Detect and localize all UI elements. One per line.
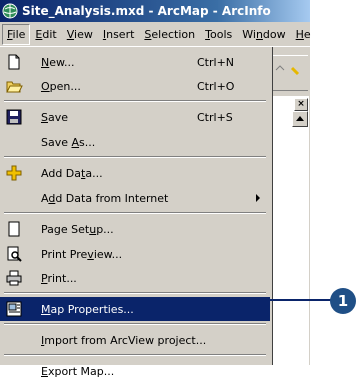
submenu-arrow-icon <box>256 194 260 202</box>
menu-item-add-data[interactable]: Add Data... <box>0 161 270 185</box>
save-disk-icon <box>5 108 23 126</box>
add-data-icon <box>5 164 23 182</box>
menu-item-new[interactable]: New... Ctrl+N <box>0 50 270 74</box>
menu-item-print[interactable]: Print... <box>0 266 270 290</box>
menu-item-map-properties[interactable]: Map Properties... <box>0 297 270 321</box>
shortcut-save: Ctrl+S <box>197 110 233 124</box>
menu-file[interactable]: File <box>2 23 31 45</box>
callout-leader-line <box>270 299 332 301</box>
file-menu-dropdown: New... Ctrl+N Open... Ctrl+O Save Ctrl+S… <box>0 47 273 378</box>
menu-item-print-preview[interactable]: Print Preview... <box>0 242 270 266</box>
new-document-icon <box>5 53 23 71</box>
menu-separator <box>4 100 266 102</box>
menu-separator <box>4 354 266 356</box>
menu-item-import-arcview[interactable]: Import from ArcView project... <box>0 328 270 352</box>
callout-number-badge: 1 <box>330 288 356 314</box>
window-title: Site_Analysis.mxd - ArcMap - ArcInfo <box>22 4 271 18</box>
table-of-contents-panel <box>268 96 309 365</box>
window-title-bar[interactable]: Site_Analysis.mxd - ArcMap - ArcInfo <box>0 0 310 22</box>
menu-item-save-as[interactable]: Save As... <box>0 130 270 154</box>
menu-selection[interactable]: Selection <box>139 25 200 44</box>
arcmap-globe-icon <box>2 3 18 19</box>
scroll-up-icon[interactable] <box>292 111 308 127</box>
menu-help[interactable]: He <box>291 25 316 44</box>
menu-separator <box>4 292 266 294</box>
menu-insert[interactable]: Insert <box>98 25 140 44</box>
menu-item-page-setup[interactable]: Page Setup... <box>0 217 270 241</box>
menu-view[interactable]: View <box>62 25 98 44</box>
menu-separator <box>4 323 266 325</box>
toolbar-strip <box>268 55 308 91</box>
print-preview-icon <box>5 245 23 263</box>
menu-bar: File Edit View Insert Selection Tools Wi… <box>0 22 311 47</box>
panel-close-icon[interactable]: × <box>294 98 308 111</box>
menu-separator <box>4 156 266 158</box>
open-folder-icon <box>5 77 23 95</box>
shortcut-new: Ctrl+N <box>197 55 235 69</box>
shortcut-open: Ctrl+O <box>197 79 235 93</box>
map-properties-icon <box>5 300 23 318</box>
menu-item-save[interactable]: Save Ctrl+S <box>0 105 270 129</box>
menu-tools[interactable]: Tools <box>200 25 237 44</box>
toolbar-tool-icon <box>275 65 300 76</box>
printer-icon <box>5 269 23 287</box>
page-setup-icon <box>5 220 23 238</box>
menu-edit[interactable]: Edit <box>30 25 61 44</box>
menu-window[interactable]: Window <box>237 25 290 44</box>
menu-item-open[interactable]: Open... Ctrl+O <box>0 74 270 98</box>
menu-separator <box>4 212 266 214</box>
menu-item-export-map[interactable]: Export Map... <box>0 359 270 383</box>
menu-item-add-data-from-internet[interactable]: Add Data from Internet <box>0 186 270 210</box>
